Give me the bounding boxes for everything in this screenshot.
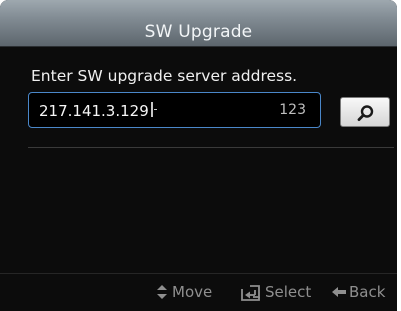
up-down-arrows-icon: [157, 285, 167, 299]
left-arrow-icon: [332, 287, 346, 297]
enter-icon: [241, 285, 260, 301]
title-bar: SW Upgrade: [0, 0, 397, 47]
server-address-value: 217.141.3.129: [39, 102, 149, 120]
character-count: 123: [279, 102, 306, 118]
server-address-input[interactable]: 217.141.3.129 123: [28, 92, 321, 128]
search-button[interactable]: [340, 97, 390, 127]
page-edge: [397, 0, 401, 311]
footer-back-label: Back: [349, 283, 386, 301]
search-icon: [357, 105, 374, 122]
address-prompt-label: Enter SW upgrade server address.: [31, 67, 298, 85]
footer-divider: [0, 273, 397, 274]
footer-move-label: Move: [172, 283, 213, 301]
footer-select-label: Select: [265, 283, 312, 301]
content-divider: [28, 147, 394, 148]
text-cursor: [151, 102, 157, 117]
sw-upgrade-screen: SW Upgrade Enter SW upgrade server addre…: [0, 0, 397, 311]
page-title: SW Upgrade: [144, 22, 253, 42]
